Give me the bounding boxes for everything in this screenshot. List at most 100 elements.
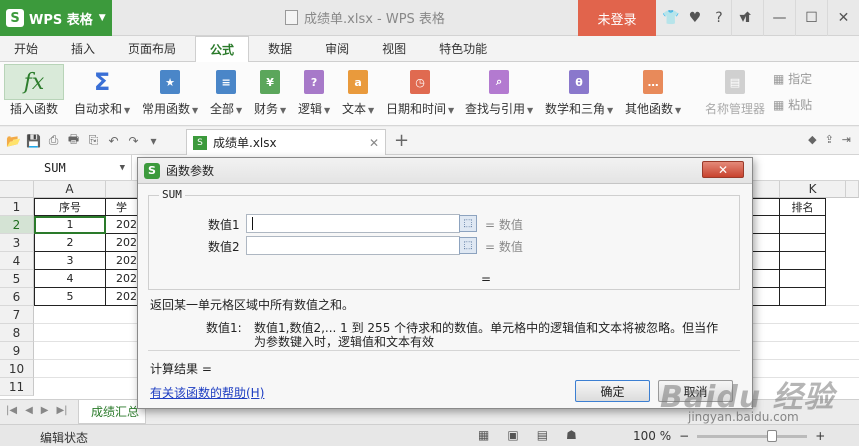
row-header-10[interactable]: 10 (0, 360, 34, 378)
cell-a1[interactable]: 序号 (34, 198, 106, 216)
collapse-icon[interactable]: ⇥ (842, 133, 851, 146)
cell-b6[interactable]: 202 (106, 288, 140, 306)
dialog-title-bar[interactable]: S 函数参数 (138, 158, 752, 184)
ok-button[interactable]: 确定 (575, 380, 650, 402)
arg1-range-select-icon[interactable]: ⬚ (459, 215, 477, 232)
first-sheet-icon[interactable]: |◀ (6, 405, 17, 416)
row-header-8[interactable]: 8 (0, 324, 34, 342)
close-tab-icon[interactable]: ✕ (369, 136, 379, 150)
dialog-close-button[interactable]: ✕ (702, 161, 744, 178)
cell-j2[interactable] (752, 216, 780, 234)
print-icon[interactable]: 🖶 (66, 132, 81, 148)
logic-button[interactable]: ? 逻辑 ▼ (298, 66, 330, 117)
column-header-j[interactable] (752, 181, 780, 198)
column-header-b[interactable] (106, 181, 140, 198)
new-tab-icon[interactable]: + (394, 130, 409, 151)
paste-name-button[interactable]: ▦ 粘贴 (773, 96, 812, 113)
lookup-button[interactable]: ⌕ 查找与引用 ▼ (465, 66, 533, 117)
common-functions-button[interactable]: ★ 常用函数 ▼ (142, 66, 198, 117)
cell-k3[interactable] (780, 234, 826, 252)
cell-a3[interactable]: 2 (34, 234, 106, 252)
row-header-9[interactable]: 9 (0, 342, 34, 360)
cell-j3[interactable] (752, 234, 780, 252)
reading-mode-icon[interactable]: ☗ (566, 428, 577, 442)
print-preview-icon[interactable]: ⎘ (86, 133, 101, 148)
share-icon[interactable]: ⇪ (825, 133, 834, 146)
cell-k6[interactable] (780, 288, 826, 306)
cell-b3[interactable]: 202 (106, 234, 140, 252)
column-header-a[interactable]: A (34, 181, 106, 198)
cell-j5[interactable] (752, 270, 780, 288)
tab-home[interactable]: 开始 (0, 36, 52, 61)
cell-j6[interactable] (752, 288, 780, 306)
function-help-link[interactable]: 有关该函数的帮助(H) (150, 384, 264, 401)
row-header-3[interactable]: 3 (0, 234, 34, 252)
document-tab[interactable]: S 成绩单.xlsx ✕ (186, 129, 386, 155)
cell-b5[interactable]: 202 (106, 270, 140, 288)
tab-data[interactable]: 数据 (254, 36, 306, 61)
row-header-2[interactable]: 2 (0, 216, 34, 234)
row-header-4[interactable]: 4 (0, 252, 34, 270)
cell-j4[interactable] (752, 252, 780, 270)
finance-button[interactable]: ¥ 财务 ▼ (254, 66, 286, 117)
page-break-view-icon[interactable]: ▤ (537, 428, 548, 442)
cell-a6[interactable]: 5 (34, 288, 106, 306)
cell-k2[interactable] (780, 216, 826, 234)
cell-b2[interactable]: 202 (106, 216, 140, 234)
login-button[interactable]: 未登录 (578, 0, 656, 36)
tab-formulas[interactable]: 公式 (195, 36, 250, 63)
shirt-icon[interactable]: 👕 (660, 10, 682, 26)
close-button[interactable]: ✕ (827, 0, 859, 36)
cell-a4[interactable]: 3 (34, 252, 106, 270)
row-header-11[interactable]: 11 (0, 378, 34, 396)
tab-features[interactable]: 特色功能 (425, 36, 501, 61)
minimize-button[interactable]: — (763, 0, 795, 36)
redo-icon[interactable]: ↷ (126, 133, 141, 148)
next-sheet-icon[interactable]: ▶ (41, 405, 49, 416)
row-header-5[interactable]: 5 (0, 270, 34, 288)
cell-b4[interactable]: 202 (106, 252, 140, 270)
prev-sheet-icon[interactable]: ◀ (25, 405, 33, 416)
other-functions-button[interactable]: … 其他函数 ▼ (625, 66, 681, 117)
cell-a5[interactable]: 4 (34, 270, 106, 288)
select-all-corner[interactable] (0, 181, 34, 198)
arg2-range-select-icon[interactable]: ⬚ (459, 237, 477, 254)
page-layout-view-icon[interactable]: ▣ (507, 428, 518, 442)
tab-page-layout[interactable]: 页面布局 (114, 36, 190, 61)
tab-view[interactable]: 视图 (368, 36, 420, 61)
row-header-7[interactable]: 7 (0, 306, 34, 324)
tab-insert[interactable]: 插入 (57, 36, 109, 61)
name-manager-button[interactable]: ▤ 名称管理器 (705, 66, 765, 117)
chevron-down-icon[interactable]: ▼ (120, 155, 125, 181)
cell-a2[interactable]: 1 (34, 216, 106, 234)
autosum-button[interactable]: Σ 自动求和 ▼ (74, 66, 130, 117)
insert-function-button[interactable]: fx 插入函数 (4, 64, 64, 117)
export-pdf-icon[interactable]: ⎙ (46, 133, 61, 148)
row-header-1[interactable]: 1 (0, 198, 34, 216)
arg1-input[interactable] (246, 214, 460, 233)
text-functions-button[interactable]: a 文本 ▼ (342, 66, 374, 117)
cell-k5[interactable] (780, 270, 826, 288)
doc-settings-icon[interactable]: ◆ (808, 133, 816, 146)
help-icon[interactable]: ? (708, 10, 730, 26)
maximize-button[interactable]: ☐ (795, 0, 827, 36)
sheet-tab[interactable]: 成绩汇总 (78, 400, 146, 424)
save-icon[interactable]: 💾 (26, 133, 41, 148)
restore-ribbon-icon[interactable]: ⬆ (731, 0, 763, 36)
open-icon[interactable]: 📂 (6, 133, 21, 148)
undo-icon[interactable]: ↶ (106, 133, 121, 148)
tab-review[interactable]: 审阅 (311, 36, 363, 61)
normal-view-icon[interactable]: ▦ (478, 428, 489, 442)
customize-icon[interactable]: ▾ (146, 133, 161, 148)
app-menu-button[interactable]: S WPS 表格 ▼ (0, 0, 112, 36)
last-sheet-icon[interactable]: ▶| (56, 405, 67, 416)
column-header-k[interactable]: K (780, 181, 846, 198)
name-box[interactable]: SUM ▼ (0, 155, 132, 181)
zoom-slider[interactable] (697, 429, 808, 442)
feedback-icon[interactable]: ♥ (684, 10, 706, 26)
math-button[interactable]: θ 数学和三角 ▼ (545, 66, 613, 117)
row-header-6[interactable]: 6 (0, 288, 34, 306)
define-name-button[interactable]: ▦ 指定 (773, 70, 812, 87)
column-header-l[interactable] (846, 181, 859, 198)
cell-k4[interactable] (780, 252, 826, 270)
